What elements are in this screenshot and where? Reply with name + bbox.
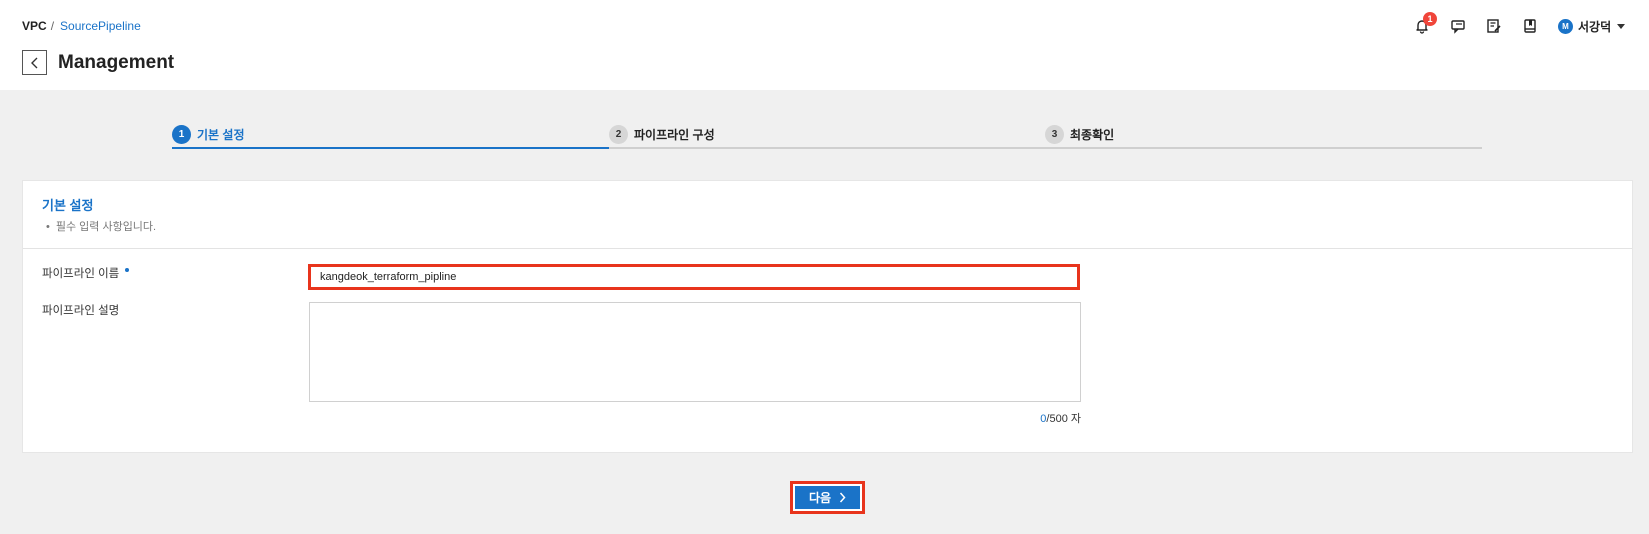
notification-button[interactable]: 1 xyxy=(1410,12,1437,38)
chevron-left-icon xyxy=(30,57,37,68)
next-button-highlight: 다음 xyxy=(790,481,865,514)
stepper: 1 기본 설정 2 파이프라인 구성 3 최종확인 xyxy=(172,120,1482,150)
required-dot-icon xyxy=(125,268,130,272)
pipeline-name-label: 파이프라인 이름 xyxy=(42,265,130,281)
breadcrumb-current[interactable]: SourcePipeline xyxy=(60,19,141,33)
user-menu[interactable]: M 서강덕 xyxy=(1558,18,1626,35)
char-limit: /500 자 xyxy=(1046,413,1081,425)
avatar: M xyxy=(1558,18,1573,34)
breadcrumb-root[interactable]: VPC xyxy=(22,19,47,33)
breadcrumb-separator: / xyxy=(50,19,55,33)
step-pipeline-config[interactable]: 2 파이프라인 구성 xyxy=(609,120,715,148)
divider xyxy=(23,248,1632,249)
char-counter: 0/500 자 xyxy=(1009,410,1081,426)
pipeline-description-textarea[interactable] xyxy=(309,302,1081,402)
step-number: 3 xyxy=(1045,124,1064,144)
step-label: 기본 설정 xyxy=(197,127,245,142)
memo-button[interactable] xyxy=(1482,14,1506,38)
user-name: 서강덕 xyxy=(1578,19,1612,34)
page-title: Management xyxy=(58,52,175,73)
step-number: 2 xyxy=(609,124,628,144)
caret-down-icon xyxy=(1617,23,1626,29)
guide-button[interactable] xyxy=(1518,14,1542,38)
pipeline-description-label: 파이프라인 설명 xyxy=(42,305,120,317)
next-button[interactable]: 다음 xyxy=(795,486,860,509)
notification-badge: 1 xyxy=(1423,12,1437,26)
step-label: 최종확인 xyxy=(1070,127,1115,142)
book-icon xyxy=(1524,19,1536,33)
step-number: 1 xyxy=(172,124,191,144)
breadcrumb: VPC / SourcePipeline xyxy=(22,19,141,33)
step-label: 파이프라인 구성 xyxy=(634,127,715,142)
edit-note-icon xyxy=(1487,19,1501,33)
pipeline-name-label-text: 파이프라인 이름 xyxy=(42,268,120,280)
chevron-right-icon xyxy=(839,492,846,503)
section-title: 기본 설정 xyxy=(42,198,94,213)
header-toolbar: 1 M 서강덕 xyxy=(1410,12,1626,38)
required-note: 필수 입력 사항입니다. xyxy=(46,218,156,234)
pipeline-name-input[interactable] xyxy=(308,264,1080,290)
step-final-confirm[interactable]: 3 최종확인 xyxy=(1045,120,1114,148)
chat-button[interactable] xyxy=(1446,14,1470,38)
step-basic-settings[interactable]: 1 기본 설정 xyxy=(172,120,245,148)
top-header: VPC / SourcePipeline Management 1 M 서강덕 xyxy=(0,0,1649,90)
basic-settings-card: 기본 설정 필수 입력 사항입니다. 파이프라인 이름 파이프라인 설명 0/5… xyxy=(22,180,1633,453)
next-button-label: 다음 xyxy=(808,491,832,505)
chat-icon xyxy=(1451,20,1465,34)
back-button[interactable] xyxy=(22,50,47,75)
